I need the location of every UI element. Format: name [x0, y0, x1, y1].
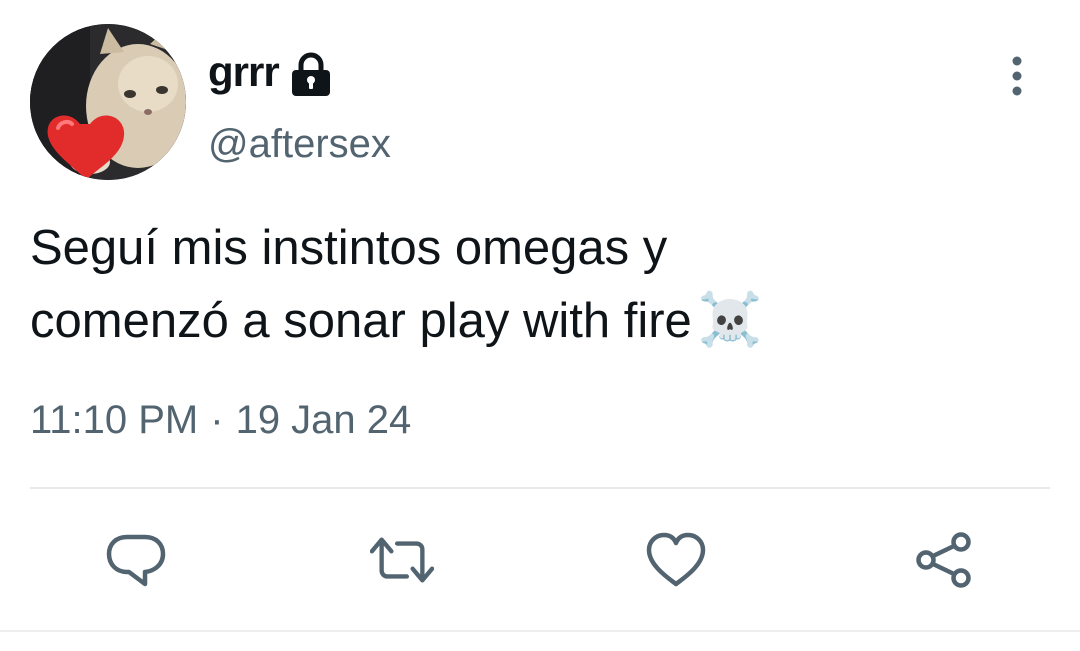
reply-icon — [106, 534, 166, 587]
heart-icon — [646, 532, 706, 587]
display-name[interactable]: grrr — [208, 48, 280, 96]
tweet-text-line-1: Seguí mis instintos omegas y — [30, 221, 668, 275]
tweet-card: grrr @aftersex Seguí mis instintos omega… — [0, 0, 1080, 651]
author-name-row: grrr — [208, 44, 333, 100]
lock-icon — [289, 51, 333, 97]
share-button[interactable] — [912, 528, 976, 592]
more-options-button[interactable] — [996, 50, 1038, 102]
separator-dot: · — [210, 398, 224, 442]
bottom-divider — [0, 630, 1080, 632]
tweet-text-line-2-content: comenzó a sonar play with fire — [30, 294, 692, 348]
tweet-time: 11:10 PM — [30, 398, 199, 442]
tweet-date: 19 Jan 24 — [235, 398, 412, 442]
cat-holding-heart-avatar-icon — [30, 24, 186, 180]
share-icon — [916, 532, 971, 588]
tweet-timestamp[interactable]: 11:10 PM · 19 Jan 24 — [30, 398, 411, 443]
avatar[interactable] — [30, 24, 186, 180]
divider — [30, 487, 1050, 489]
action-bar — [0, 528, 1080, 592]
tweet-text-line-2: comenzó a sonar play with fire ☠️ — [30, 284, 1030, 357]
more-vertical-icon — [1012, 56, 1022, 96]
like-button[interactable] — [644, 528, 708, 592]
skull-crossbones-emoji: ☠️ — [697, 290, 763, 350]
retweet-icon — [370, 537, 434, 583]
reply-button[interactable] — [104, 528, 168, 592]
tweet-text: Seguí mis instintos omegas y comenzó a s… — [30, 212, 1030, 357]
handle[interactable]: @aftersex — [208, 122, 391, 167]
retweet-button[interactable] — [370, 528, 434, 592]
